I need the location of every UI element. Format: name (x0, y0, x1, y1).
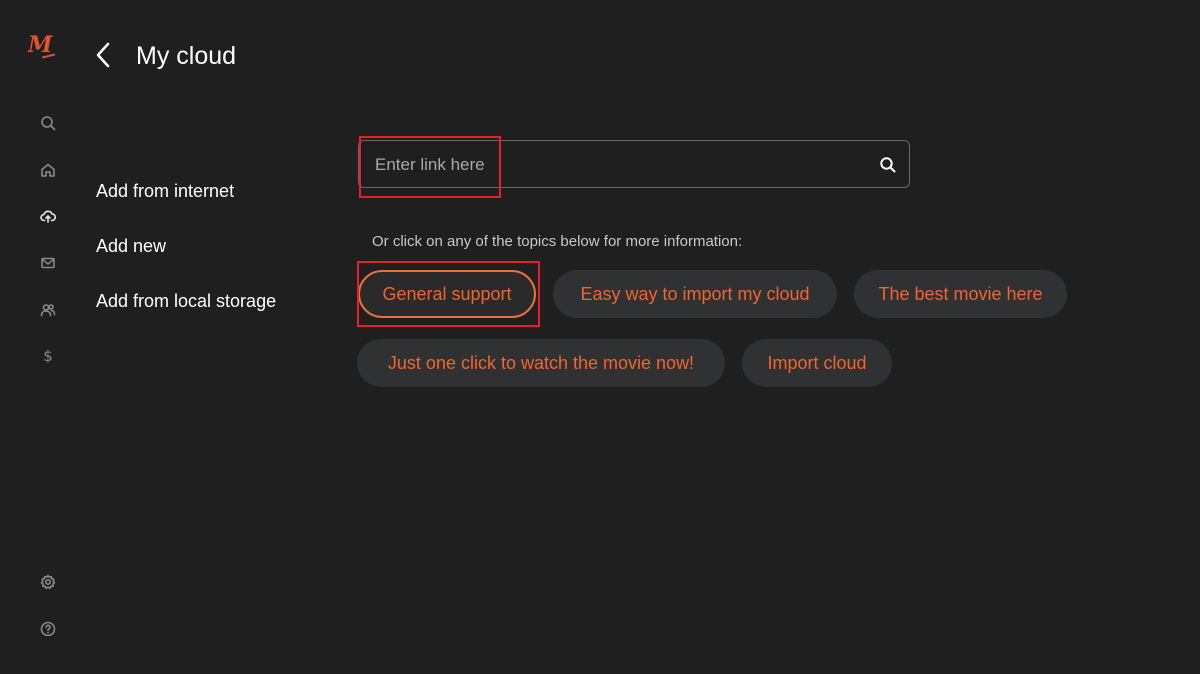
menu-item-add-from-local-storage[interactable]: Add from local storage (96, 290, 276, 312)
help-icon[interactable] (38, 619, 58, 639)
icon-rail: M $ (0, 0, 96, 674)
search-icon[interactable] (38, 113, 58, 133)
page-title: My cloud (136, 42, 237, 70)
search-icon[interactable] (879, 156, 897, 174)
topic-chip-general-support[interactable]: General support (358, 270, 536, 318)
topic-chip-easy-import[interactable]: Easy way to import my cloud (553, 270, 837, 318)
back-button[interactable] (92, 40, 116, 72)
dollar-icon[interactable]: $ (38, 346, 58, 366)
topics-hint: Or click on any of the topics below for … (372, 233, 743, 250)
app-logo: M (28, 34, 56, 59)
chevron-left-icon (96, 42, 110, 68)
app-window: M $ My cloud Add from internet Add new A… (0, 0, 1200, 674)
topic-chip-import-cloud[interactable]: Import cloud (742, 339, 892, 387)
menu-item-add-from-internet[interactable]: Add from internet (96, 180, 234, 202)
link-input[interactable] (373, 141, 857, 189)
topic-chip-one-click-watch[interactable]: Just one click to watch the movie now! (357, 339, 725, 387)
home-icon[interactable] (38, 160, 58, 180)
users-icon[interactable] (38, 300, 58, 320)
topic-chip-best-movie[interactable]: The best movie here (854, 270, 1067, 318)
dollar-glyph: $ (43, 347, 53, 365)
link-search-box (358, 140, 910, 189)
mail-icon[interactable] (38, 253, 58, 273)
gear-icon[interactable] (38, 572, 58, 592)
menu-item-add-new[interactable]: Add new (96, 235, 166, 257)
cloud-upload-icon[interactable] (38, 206, 58, 226)
